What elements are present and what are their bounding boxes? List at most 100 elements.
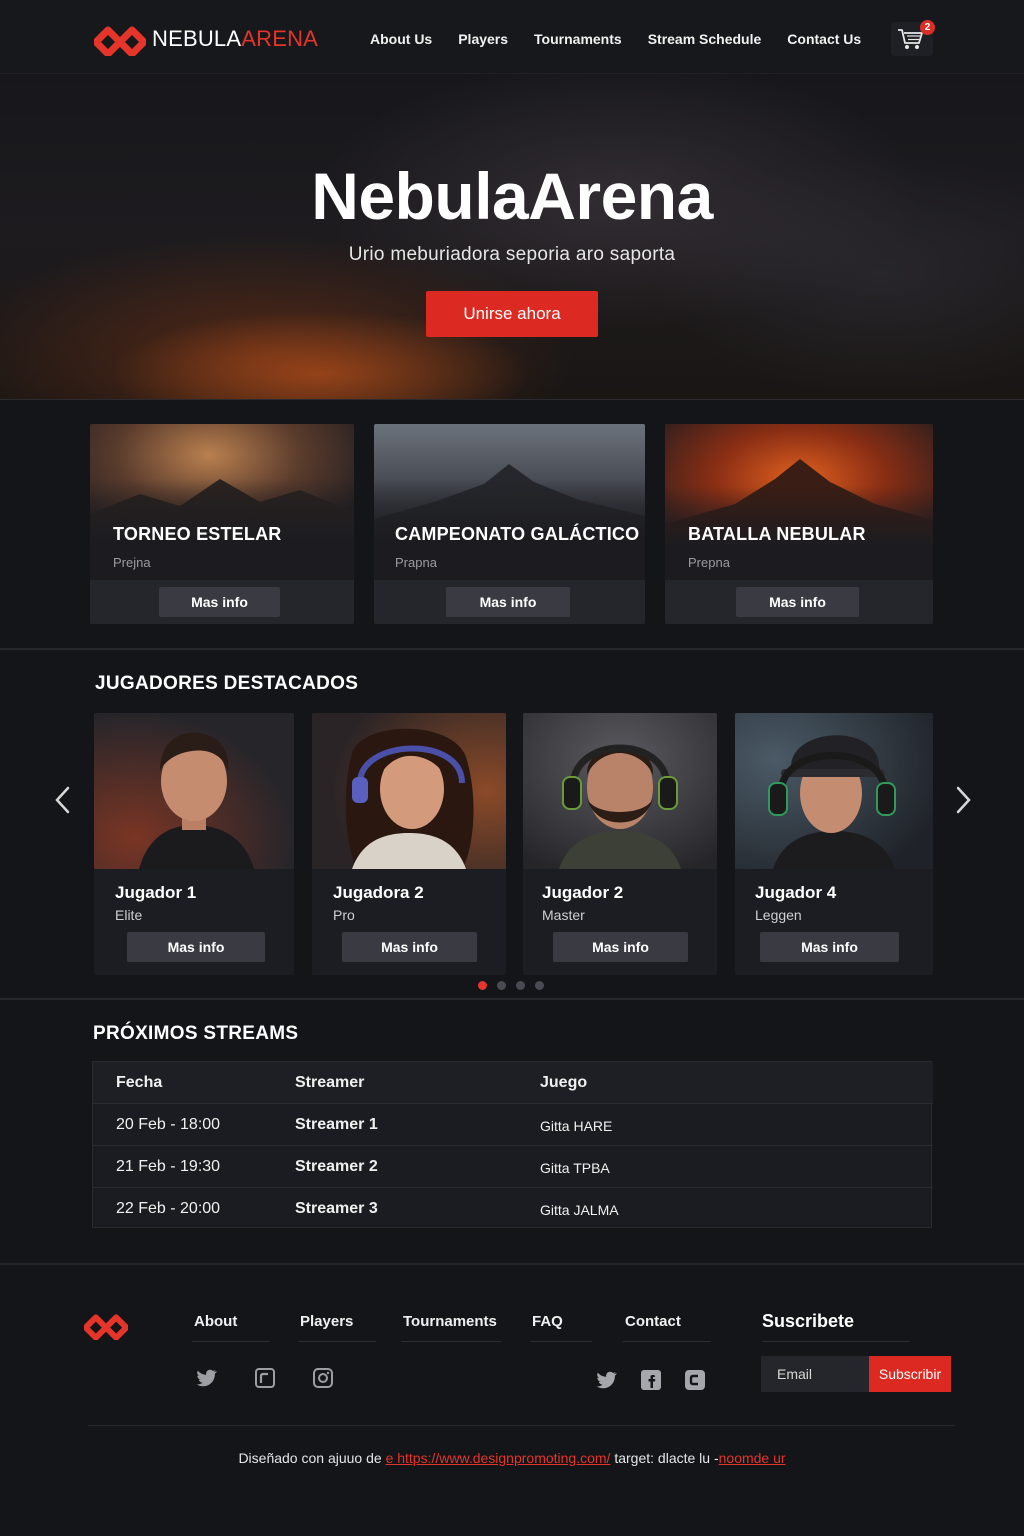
nav-link-about[interactable]: About Us: [370, 31, 432, 47]
footer-link-tournaments[interactable]: Tournaments: [403, 1313, 497, 1330]
streams-table: Fecha Streamer Juego 20 Feb - 18:00 Stre…: [92, 1061, 933, 1230]
section-divider: [0, 998, 1024, 1000]
player-more-info-button[interactable]: Mas info: [553, 932, 688, 962]
tournament-title: CAMPEONATO GALÁCTICO: [395, 524, 640, 544]
pagination-dot[interactable]: [535, 981, 544, 990]
player-card[interactable]: Jugador 4 Leggen Mas info: [735, 713, 933, 975]
stream-game: Gitta TPBA: [540, 1160, 610, 1176]
chat-icon[interactable]: [683, 1368, 707, 1392]
top-nav: NEBULAARENA About Us Players Tournaments…: [0, 0, 1024, 74]
chevron-right-icon[interactable]: [952, 784, 974, 816]
cart-count-badge: 2: [920, 20, 935, 35]
nav-link-tournaments[interactable]: Tournaments: [534, 31, 622, 47]
player-photo: [523, 713, 717, 869]
column-header-date: Fecha: [116, 1074, 163, 1091]
tournament-subtitle: Prejna: [113, 555, 151, 570]
stream-streamer: Streamer 1: [295, 1116, 378, 1133]
cart-button[interactable]: 2: [891, 20, 935, 56]
credit-link[interactable]: e https://www.designpromoting.com/: [386, 1450, 611, 1466]
footer-link-contact[interactable]: Contact: [625, 1313, 681, 1330]
table-row[interactable]: 21 Feb - 19:30 Streamer 2 Gitta TPBA: [93, 1146, 933, 1188]
join-now-button[interactable]: Unirse ahora: [426, 291, 598, 337]
player-name: Jugador 4: [755, 883, 837, 902]
player-rank: Leggen: [755, 907, 802, 923]
stream-streamer: Streamer 2: [295, 1158, 378, 1175]
share-icon[interactable]: [253, 1366, 277, 1390]
section-divider: [0, 648, 1024, 650]
tournament-title: BATALLA NEBULAR: [688, 524, 866, 544]
player-card[interactable]: Jugador 1 Elite Mas info: [94, 713, 294, 975]
player-name: Jugador 1: [115, 883, 197, 902]
tournament-more-info-button[interactable]: Mas info: [446, 587, 570, 617]
player-rank: Elite: [115, 907, 143, 923]
instagram-icon[interactable]: [311, 1366, 335, 1390]
email-input[interactable]: [761, 1356, 870, 1392]
footer-logo-icon[interactable]: [84, 1310, 128, 1340]
footer-link-underline: [623, 1341, 711, 1342]
hero-section: NebulaArena Urio meburiadora seporia aro…: [0, 74, 1024, 400]
footer-link-underline: [192, 1341, 270, 1342]
player-card[interactable]: Jugadora 2 Pro Mas info: [312, 713, 506, 975]
nav-link-stream-schedule[interactable]: Stream Schedule: [648, 31, 762, 47]
player-name: Jugador 2: [542, 883, 624, 902]
column-header-game: Juego: [540, 1074, 588, 1091]
player-more-info-button[interactable]: Mas info: [127, 932, 265, 962]
hero-title: NebulaArena: [311, 159, 713, 233]
twitter-icon[interactable]: [594, 1368, 618, 1392]
tournament-more-info-button[interactable]: Mas info: [736, 587, 859, 617]
player-card[interactable]: Jugador 2 Master Mas info: [523, 713, 717, 975]
stream-streamer: Streamer 3: [295, 1200, 378, 1217]
column-header-streamer: Streamer: [295, 1074, 365, 1091]
footer-divider: [0, 1263, 1024, 1265]
brand-name: NEBULAARENA: [152, 26, 319, 51]
subscribe-title: Suscribete: [762, 1311, 855, 1331]
facebook-icon[interactable]: [639, 1368, 663, 1392]
brand-logo[interactable]: NEBULAARENA: [94, 22, 318, 56]
tournament-subtitle: Prapna: [395, 555, 437, 570]
stream-date: 21 Feb - 19:30: [116, 1158, 221, 1175]
table-row[interactable]: 20 Feb - 18:00 Streamer 1 Gitta HARE: [93, 1104, 933, 1146]
tournament-card[interactable]: BATALLA NEBULAR Prepna Mas info: [665, 424, 933, 624]
credit-link-secondary[interactable]: noomde ur: [719, 1450, 786, 1466]
chevron-left-icon[interactable]: [52, 784, 74, 816]
subscribe-button[interactable]: Subscribir: [869, 1356, 951, 1392]
footer-link-underline: [298, 1341, 376, 1342]
player-more-info-button[interactable]: Mas info: [342, 932, 477, 962]
stream-game: Gitta HARE: [540, 1118, 613, 1134]
player-photo: [312, 713, 506, 869]
table-row[interactable]: 22 Feb - 20:00 Streamer 3 Gitta JALMA: [93, 1188, 933, 1230]
nav-link-players[interactable]: Players: [458, 31, 508, 47]
nav-menu: About Us Players Tournaments Stream Sche…: [370, 31, 887, 47]
twitter-icon[interactable]: [194, 1366, 218, 1390]
footer-link-players[interactable]: Players: [300, 1313, 353, 1330]
player-photo: [735, 713, 933, 869]
footer-link-faq[interactable]: FAQ: [532, 1313, 563, 1330]
tournament-card[interactable]: CAMPEONATO GALÁCTICO Prapna Mas info: [374, 424, 645, 624]
stream-date: 20 Feb - 18:00: [116, 1116, 221, 1133]
footer-link-underline: [530, 1341, 592, 1342]
featured-players-title: JUGADORES DESTACADOS: [95, 673, 359, 694]
player-rank: Master: [542, 907, 585, 923]
stream-date: 22 Feb - 20:00: [116, 1200, 221, 1217]
upcoming-streams-title: PRÓXIMOS STREAMS: [93, 1023, 299, 1044]
tournament-more-info-button[interactable]: Mas info: [159, 587, 280, 617]
tournament-card[interactable]: TORNEO ESTELAR Prejna Mas info: [90, 424, 354, 624]
footer-link-about[interactable]: About: [194, 1313, 237, 1330]
pagination-dot[interactable]: [478, 981, 487, 990]
pagination-dot[interactable]: [516, 981, 525, 990]
carousel-pagination: [478, 981, 554, 990]
player-photo: [94, 713, 294, 869]
player-name: Jugadora 2: [333, 883, 424, 902]
player-rank: Pro: [333, 907, 355, 923]
tournament-subtitle: Prepna: [688, 555, 730, 570]
pagination-dot[interactable]: [497, 981, 506, 990]
nav-link-contact[interactable]: Contact Us: [787, 31, 861, 47]
footer-credit: Diseñado con ajuuo de e https://www.desi…: [0, 1450, 1024, 1466]
logo-mark-icon: [94, 26, 146, 56]
player-more-info-button[interactable]: Mas info: [760, 932, 899, 962]
stream-game: Gitta JALMA: [540, 1202, 619, 1218]
credit-middle: target: dlacte lu -: [614, 1450, 719, 1466]
tournament-title: TORNEO ESTELAR: [113, 524, 282, 544]
footer-bottom-divider: [88, 1425, 954, 1426]
credit-prefix: Diseñado con ajuuo de: [238, 1450, 382, 1466]
